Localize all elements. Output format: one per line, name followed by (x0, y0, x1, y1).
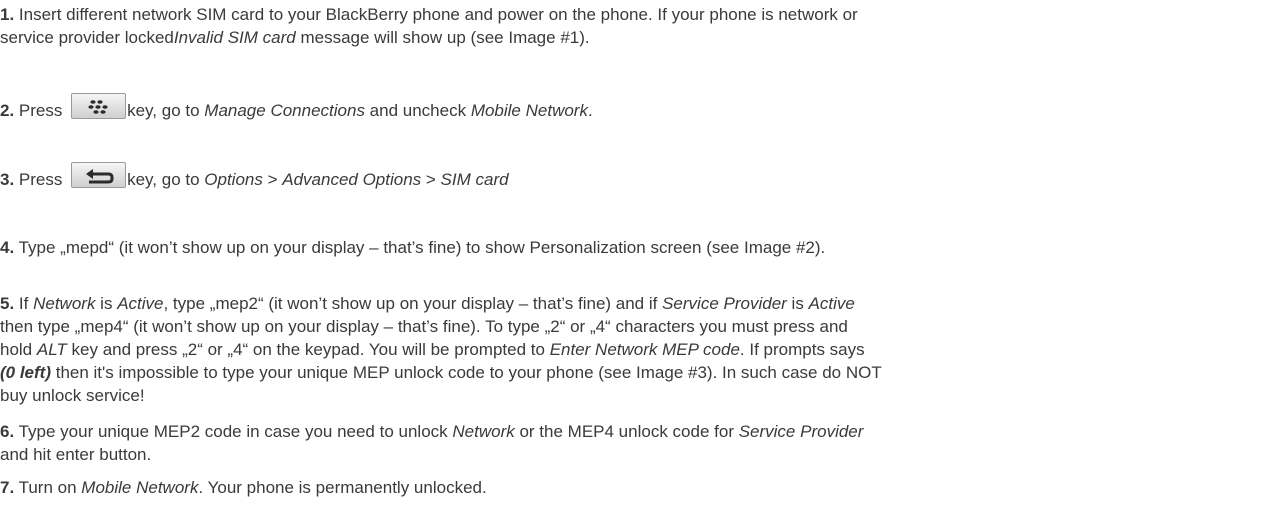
step-emphasis: Network (452, 422, 515, 441)
step-number: 6. (0, 422, 15, 441)
step-number: 2. (0, 101, 15, 120)
step-text: > (421, 170, 441, 189)
step-text: > (262, 170, 283, 189)
step-emphasis: Active (808, 294, 855, 313)
step-text: key, go to (127, 170, 205, 189)
step-emphasis: Enter Network MEP code (549, 340, 740, 359)
step-text: service provider locked (0, 28, 174, 47)
step-text: message will show up (see Image #1). (295, 28, 590, 47)
step-6-line-1: 6. Type your unique MEP2 code in case yo… (0, 420, 863, 443)
step-text: and uncheck (364, 101, 471, 120)
step-text: , type „mep2“ (it won’t show up on your … (163, 294, 663, 313)
step-emphasis: Invalid SIM card (173, 28, 296, 47)
blackberry-menu-key-icon (71, 93, 127, 119)
step-1-line-1: 1. Insert different network SIM card to … (0, 3, 858, 26)
step-3: 3. Press key, go to Options > Advanced O… (0, 162, 509, 191)
step-text: key and press „2“ or „4“ on the keypad. … (66, 340, 550, 359)
step-1-line-2: service provider lockedInvalid SIM card … (0, 26, 858, 49)
step-number: 4. (0, 238, 15, 257)
back-escape-key-icon (71, 162, 127, 188)
step-5: 5. If Network is Active, type „mep2“ (it… (0, 292, 882, 407)
step-text: . (587, 101, 593, 120)
step-2: 2. Press key, go to Manage Connections a… (0, 93, 593, 122)
step-emphasis: Active (117, 294, 164, 313)
step-number: 7. (0, 478, 15, 497)
step-6: 6. Type your unique MEP2 code in case yo… (0, 420, 863, 466)
step-7: 7. Turn on Mobile Network. Your phone is… (0, 476, 487, 499)
step-text: . Your phone is permanently unlocked. (198, 478, 487, 497)
step-text: . If prompts says (739, 340, 865, 359)
step-number: 5. (0, 294, 15, 313)
step-emphasis: Service Provider (662, 294, 787, 313)
step-emphasis: Network (33, 294, 96, 313)
step-text: Type your unique MEP2 code in case you n… (14, 422, 453, 441)
step-text: hold (0, 340, 37, 359)
step-text: Type „mepd“ (it won’t show up on your di… (14, 238, 826, 257)
step-text: is (95, 294, 118, 313)
step-text: Turn on (14, 478, 82, 497)
step-text: If (14, 294, 34, 313)
step-text: or the MEP4 unlock code for (514, 422, 739, 441)
step-4: 4. Type „mepd“ (it won’t show up on your… (0, 236, 825, 259)
step-text: then it's impossible to type your unique… (51, 363, 882, 382)
step-1: 1. Insert different network SIM card to … (0, 3, 858, 49)
step-text: Press (14, 170, 68, 189)
step-emphasis: Mobile Network (470, 101, 588, 120)
step-emphasis: SIM card (440, 170, 509, 189)
step-emphasis: Options (204, 170, 263, 189)
step-emphasis: ALT (36, 340, 67, 359)
step-5-line-1: 5. If Network is Active, type „mep2“ (it… (0, 292, 882, 315)
step-number: 3. (0, 170, 15, 189)
step-5-line-5: buy unlock service! (0, 386, 145, 405)
step-emphasis: Manage Connections (204, 101, 365, 120)
step-5-line-4: (0 left) then it's impossible to type yo… (0, 361, 882, 384)
step-5-line-3: hold ALT key and press „2“ or „4“ on the… (0, 338, 882, 361)
step-number: 1. (0, 5, 15, 24)
step-text: Insert different network SIM card to you… (14, 5, 858, 24)
step-emphasis: Advanced Options (282, 170, 422, 189)
step-6-line-2: and hit enter button. (0, 445, 152, 464)
step-5-line-2: then type „mep4“ (it won’t show up on yo… (0, 317, 848, 336)
step-emphasis: Mobile Network (81, 478, 199, 497)
step-strong-emphasis: (0 left) (0, 363, 51, 382)
step-text: Press (14, 101, 68, 120)
step-text: is (786, 294, 809, 313)
step-emphasis: Service Provider (738, 422, 864, 441)
step-text: key, go to (127, 101, 205, 120)
